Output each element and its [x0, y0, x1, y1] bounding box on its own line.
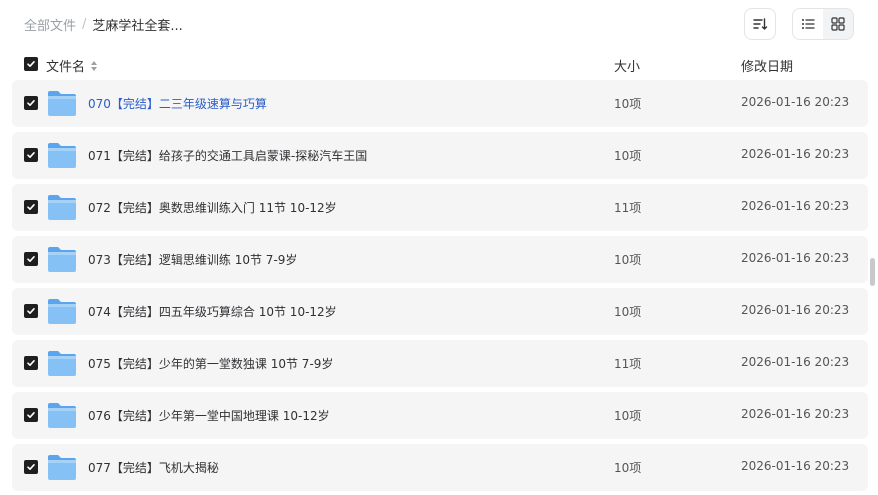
row-checkbox[interactable] [24, 96, 38, 110]
row-checkbox[interactable] [24, 460, 38, 474]
file-size: 10项 [614, 97, 642, 111]
column-header-name-label: 文件名 [46, 60, 86, 75]
breadcrumb-separator: / [82, 17, 87, 32]
file-size: 11项 [614, 357, 642, 371]
file-name[interactable]: 076【完结】少年第一堂中国地理课 10-12岁 [88, 407, 330, 424]
table-row[interactable]: 075【完结】少年的第一堂数独课 10节 7-9岁 11项 2026-01-16… [12, 340, 868, 387]
sort-button[interactable] [744, 8, 776, 40]
file-date: 2026-01-16 20:23 [741, 459, 850, 473]
folder-icon [48, 91, 76, 116]
file-date: 2026-01-16 20:23 [741, 303, 850, 317]
file-date: 2026-01-16 20:23 [741, 199, 850, 213]
list-view-button[interactable] [793, 9, 823, 39]
row-checkbox[interactable] [24, 148, 38, 162]
view-toggle [792, 8, 854, 40]
column-header-name[interactable]: 文件名 [46, 56, 99, 75]
table-row[interactable]: 071【完结】给孩子的交通工具启蒙课-探秘汽车王国 10项 2026-01-16… [12, 132, 868, 179]
folder-icon [48, 351, 76, 376]
sort-arrows-icon [91, 60, 98, 71]
table-row[interactable]: 073【完结】逻辑思维训练 10节 7-9岁 10项 2026-01-16 20… [12, 236, 868, 283]
checkmark-icon [27, 204, 35, 210]
file-size: 10项 [614, 461, 642, 475]
sort-icon [753, 18, 768, 30]
folder-icon [48, 403, 76, 428]
row-checkbox[interactable] [24, 408, 38, 422]
breadcrumb-root-link[interactable]: 全部文件 [24, 15, 76, 34]
table-row[interactable]: 074【完结】四五年级巧算综合 10节 10-12岁 10项 2026-01-1… [12, 288, 868, 335]
checkmark-icon [27, 412, 35, 418]
checkmark-icon [27, 464, 35, 470]
row-checkbox[interactable] [24, 356, 38, 370]
row-checkbox[interactable] [24, 304, 38, 318]
file-size: 10项 [614, 253, 642, 267]
file-size: 10项 [614, 305, 642, 319]
file-name[interactable]: 075【完结】少年的第一堂数独课 10节 7-9岁 [88, 355, 333, 372]
table-row[interactable]: 077【完结】飞机大揭秘 10项 2026-01-16 20:23 [12, 444, 868, 491]
checkmark-icon [27, 308, 35, 314]
table-row[interactable]: 072【完结】奥数思维训练入门 11节 10-12岁 11项 2026-01-1… [12, 184, 868, 231]
column-header-date[interactable]: 修改日期 [741, 56, 793, 75]
file-size: 10项 [614, 409, 642, 423]
file-date: 2026-01-16 20:23 [741, 147, 850, 161]
row-checkbox[interactable] [24, 200, 38, 214]
grid-view-button[interactable] [823, 9, 853, 39]
file-name[interactable]: 070【完结】二三年级速算与巧算 [88, 95, 267, 112]
table-header: 文件名 大小 修改日期 [12, 50, 868, 78]
checkmark-icon [27, 256, 35, 262]
list-view-icon [802, 19, 815, 29]
file-date: 2026-01-16 20:23 [741, 407, 850, 421]
folder-icon [48, 247, 76, 272]
checkmark-icon [27, 360, 35, 366]
column-header-size[interactable]: 大小 [614, 56, 640, 75]
scrollbar-thumb[interactable] [870, 258, 875, 286]
folder-icon [48, 299, 76, 324]
row-checkbox[interactable] [24, 252, 38, 266]
folder-icon [48, 455, 76, 480]
folder-icon [48, 143, 76, 168]
table-row[interactable]: 076【完结】少年第一堂中国地理课 10-12岁 10项 2026-01-16 … [12, 392, 868, 439]
file-date: 2026-01-16 20:23 [741, 355, 850, 369]
select-all-checkbox[interactable] [24, 57, 38, 71]
grid-view-icon [831, 17, 845, 31]
file-name[interactable]: 071【完结】给孩子的交通工具启蒙课-探秘汽车王国 [88, 147, 367, 164]
checkmark-icon [27, 152, 35, 158]
file-date: 2026-01-16 20:23 [741, 251, 850, 265]
file-date: 2026-01-16 20:23 [741, 95, 850, 109]
checkmark-icon [27, 61, 35, 67]
file-size: 10项 [614, 149, 642, 163]
checkmark-icon [27, 100, 35, 106]
table-row[interactable]: 070【完结】二三年级速算与巧算 10项 2026-01-16 20:23 [12, 80, 868, 127]
file-name[interactable]: 077【完结】飞机大揭秘 [88, 459, 219, 476]
file-name[interactable]: 073【完结】逻辑思维训练 10节 7-9岁 [88, 251, 297, 268]
file-size: 11项 [614, 201, 642, 215]
file-name[interactable]: 072【完结】奥数思维训练入门 11节 10-12岁 [88, 199, 337, 216]
breadcrumb: 全部文件 / 芝麻学社全套... [24, 15, 183, 34]
folder-icon [48, 195, 76, 220]
breadcrumb-current: 芝麻学社全套... [92, 19, 183, 34]
top-bar: 全部文件 / 芝麻学社全套... [0, 0, 878, 48]
file-name[interactable]: 074【完结】四五年级巧算综合 10节 10-12岁 [88, 303, 337, 320]
